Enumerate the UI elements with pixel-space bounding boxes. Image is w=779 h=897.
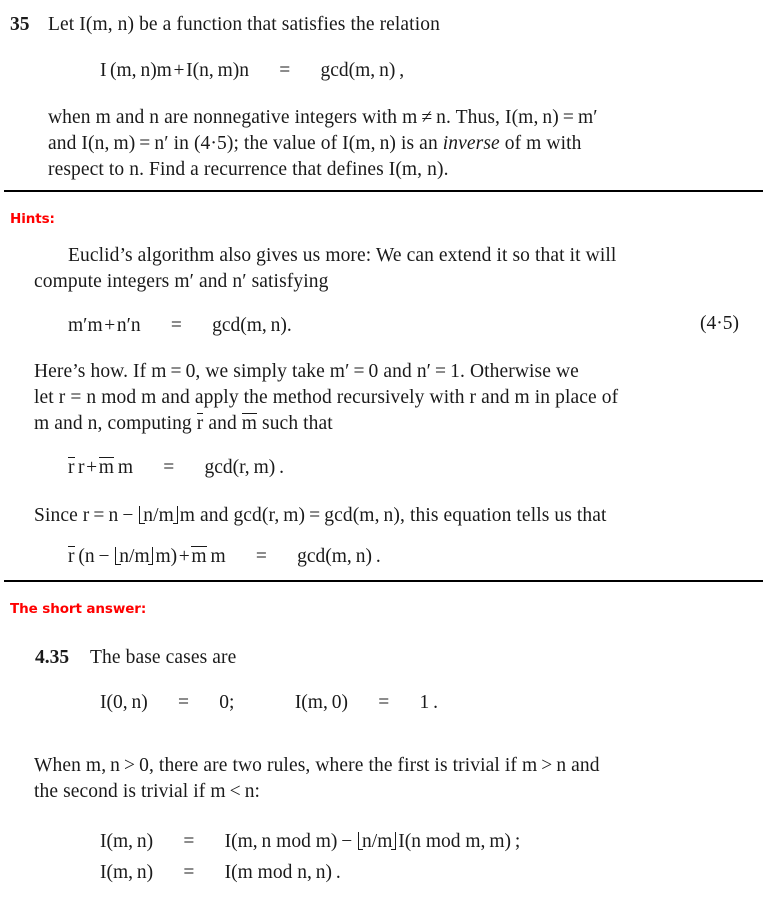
exercise-intro-text: Let I(m, n) be a function that satisfies…: [48, 14, 440, 35]
hints-paragraph-2-line-1: Here’s how. If m = 0, we simply take m′ …: [34, 361, 579, 382]
answer-condition-line-2: the second is trivial if m < n:: [34, 781, 261, 802]
answer-condition-line-1: When m, n > 0, there are two rules, wher…: [34, 755, 600, 776]
exercise-body-line-2: and I(n, m) = n′ in (4·5); the value of …: [48, 133, 582, 154]
section-divider-bottom: [4, 580, 763, 582]
answer-rule-1-equation: I(m, n) = I(m, n mod m) − n/m I(n mod m, m)…: [100, 831, 521, 852]
hints-label: Hints:: [10, 211, 55, 227]
hints-equation-rbar: rr + m m = gcd(r, m) .: [68, 457, 285, 478]
exercise-body-line-1: when m and n are nonnegative integers wi…: [48, 107, 598, 128]
answer-rule-2-equation: I(m, n) = I(m mod n, n) .: [100, 862, 341, 883]
hints-equation-final: r (n − n/m m) + m m = gcd(m, n) .: [68, 546, 381, 567]
hints-paragraph-1-line-1: Euclid’s algorithm also gives us more: W…: [68, 245, 617, 266]
short-answer-label: The short answer:: [10, 601, 147, 617]
hints-paragraph-1-line-2: compute integers m′ and n′ satisfying: [34, 271, 329, 292]
equation-number-4-5: (4·5): [700, 313, 739, 334]
exercise-number: 35: [10, 14, 30, 35]
hints-paragraph-2-line-3: m and n, computing r and m such that: [34, 413, 333, 434]
hints-paragraph-3: Since r = n − n/m m and gcd(r, m) = gcd(m…: [34, 505, 607, 526]
hints-equation-4-5: m′m + n′n = gcd(m, n).: [68, 315, 292, 336]
answer-intro-text: The base cases are: [90, 647, 237, 668]
document-page: 35 Let I(m, n) be a function that satisf…: [0, 0, 779, 897]
answer-number: 4.35: [35, 647, 70, 668]
exercise-display-equation: I (m, n)m + I(n, m)n = gcd(m, n) ,: [100, 60, 405, 81]
section-divider-top: [4, 190, 763, 192]
hints-paragraph-2-line-2: let r = n mod m and apply the method rec…: [34, 387, 619, 408]
exercise-body-line-3: respect to n. Find a recurrence that def…: [48, 159, 449, 180]
answer-base-cases-equation: I(0, n) = 0; I(m, 0) = 1 .: [100, 692, 438, 713]
